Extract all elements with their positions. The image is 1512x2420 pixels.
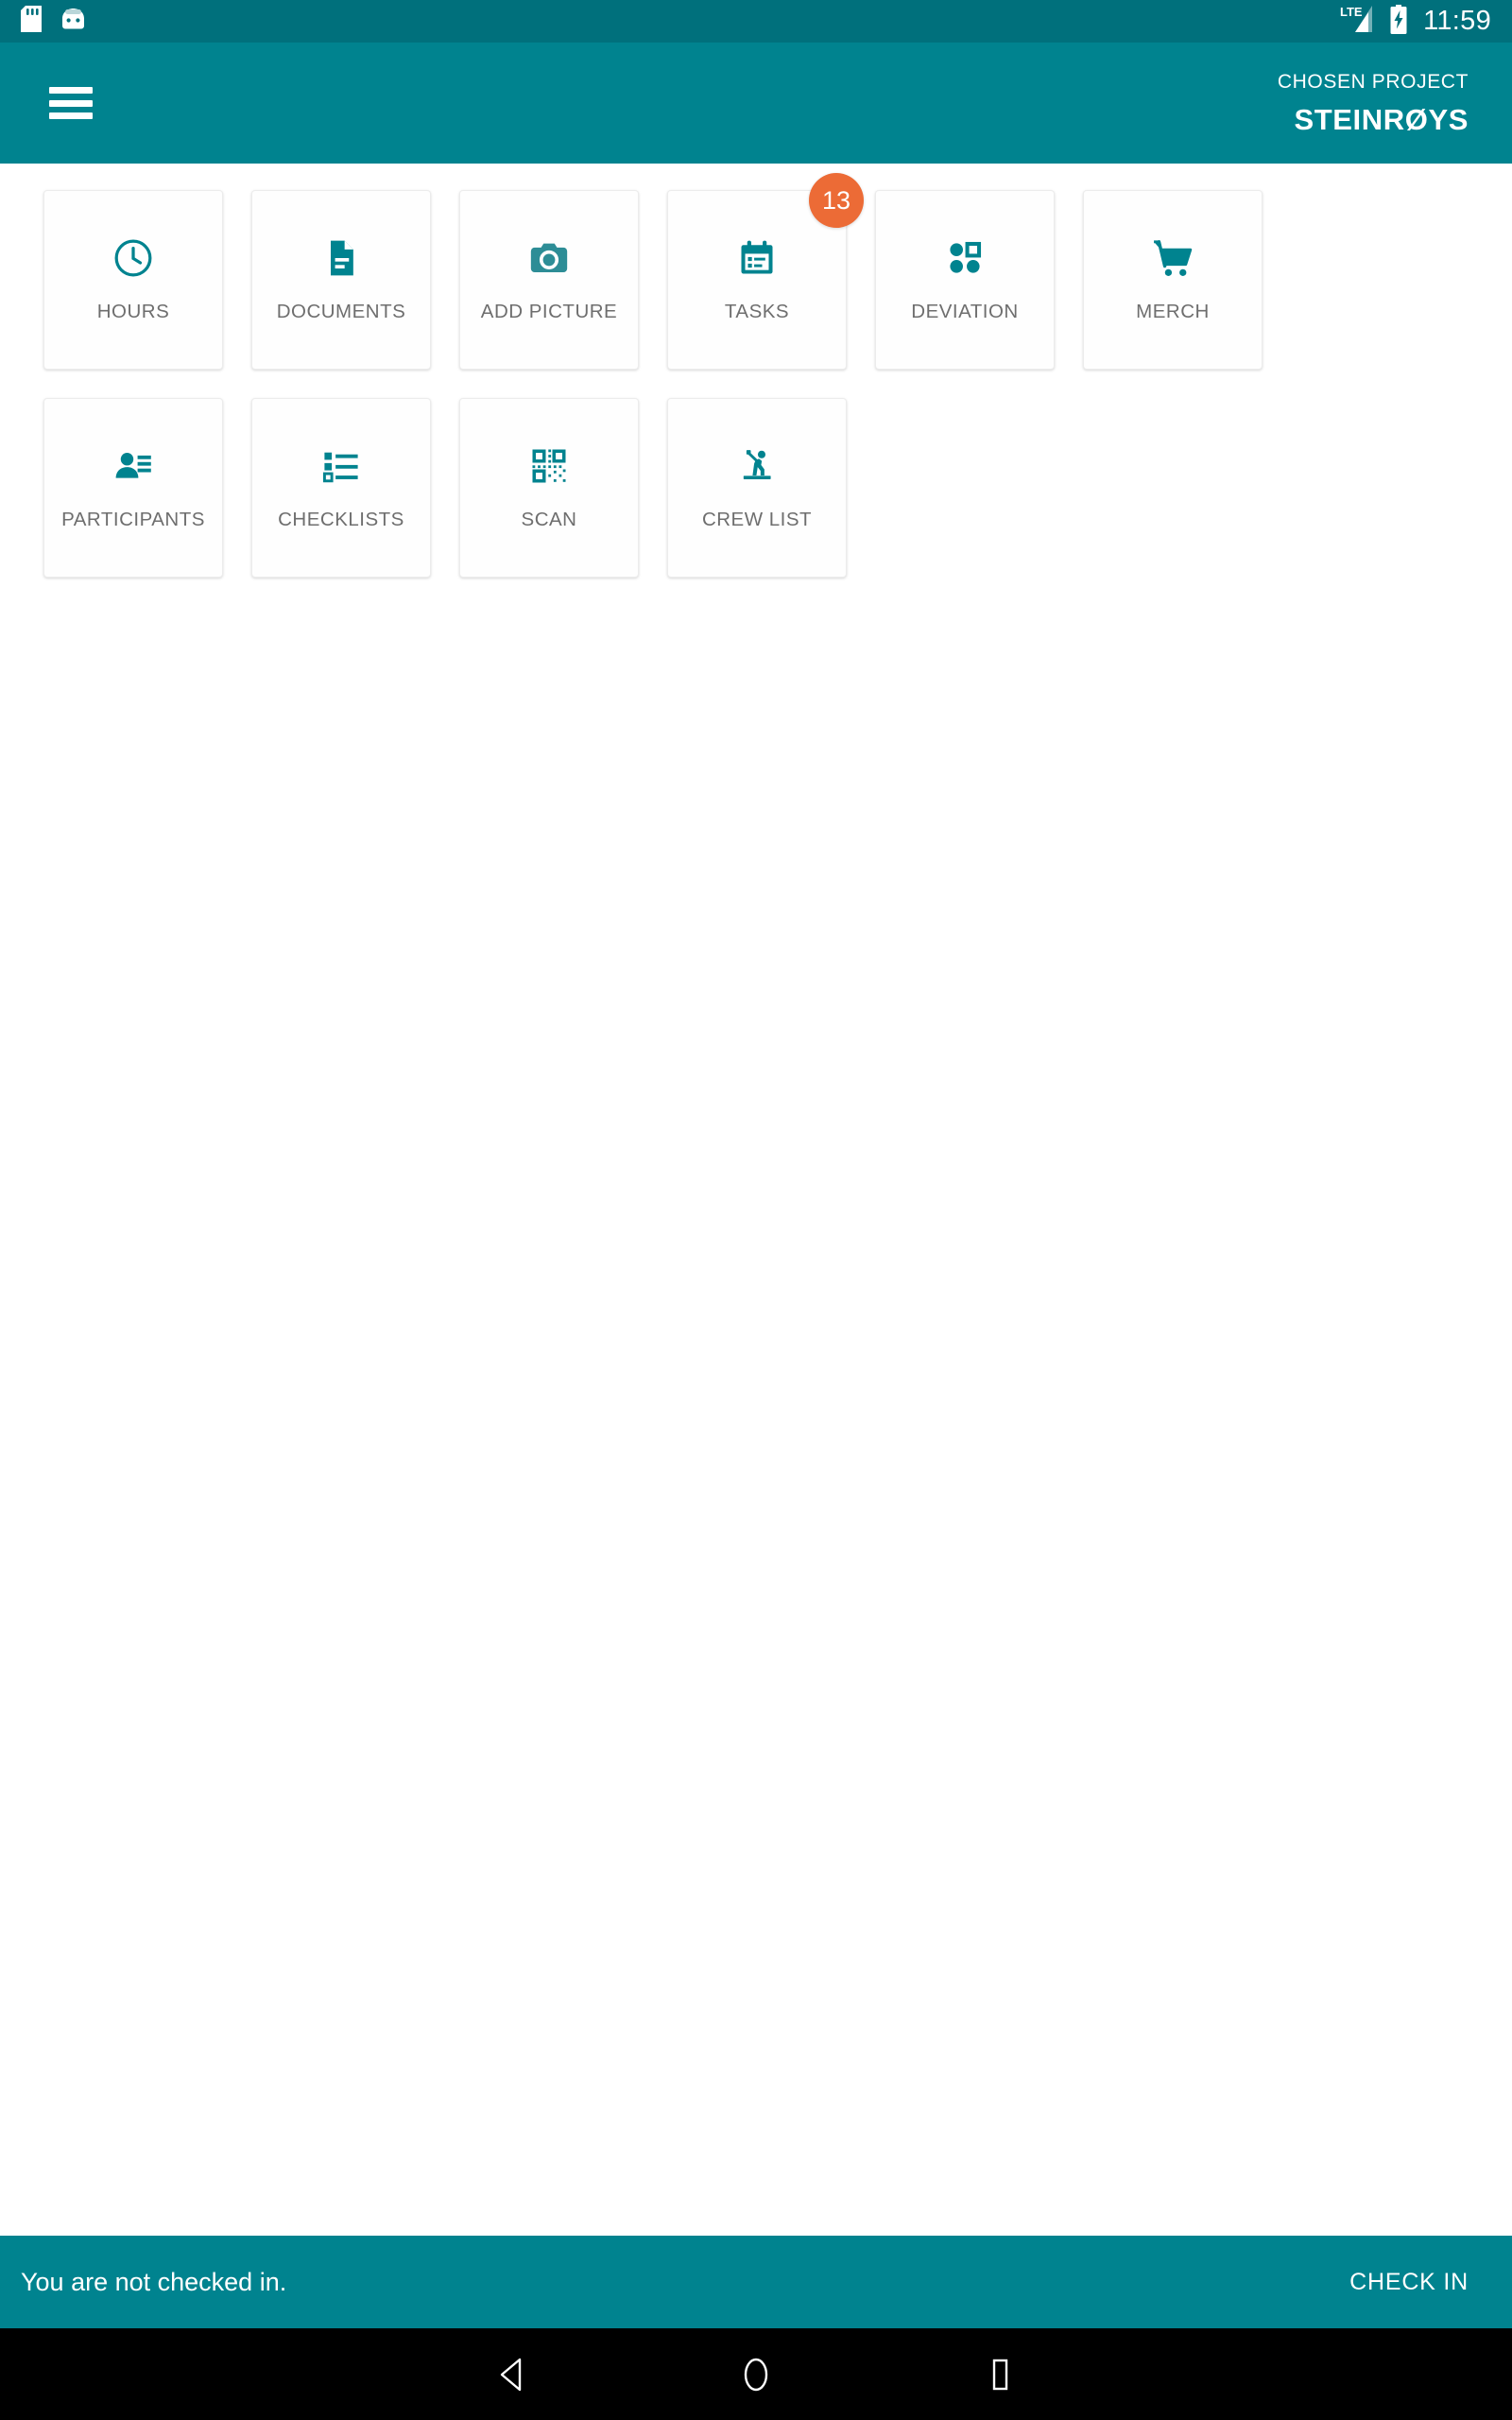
- android-nav-bar: [0, 2328, 1512, 2420]
- page-title: STEINRØYS: [1294, 103, 1469, 136]
- check-in-button[interactable]: CHECK IN: [1346, 2259, 1472, 2306]
- home-circle-icon[interactable]: [680, 2328, 832, 2420]
- status-bar-left-icons: [21, 6, 86, 37]
- tile-tasks[interactable]: 13 TASKS: [667, 173, 864, 370]
- tile-label: HOURS: [96, 301, 170, 322]
- checkin-bar: You are not checked in. CHECK IN: [0, 2236, 1512, 2328]
- tile-grid: HOURS DOCUMENTS ADD PICTURE 13 TASKS DEV…: [0, 173, 1512, 578]
- tile-label: DOCUMENTS: [276, 301, 406, 322]
- svg-text:LTE: LTE: [1340, 5, 1363, 19]
- contacts-icon: [109, 441, 158, 491]
- hamburger-bar-3: [49, 112, 93, 119]
- status-bar-right-icons: LTE 11:59: [1340, 4, 1491, 39]
- tile-documents[interactable]: DOCUMENTS: [251, 190, 431, 370]
- app-root: LTE 11:59 CHOSEN PROJECT STEINRØYS HOURS…: [0, 0, 1512, 2420]
- status-bar: LTE 11:59: [0, 0, 1512, 43]
- sd-card-icon: [21, 6, 42, 37]
- tile-label: PARTICIPANTS: [61, 509, 205, 530]
- android-head-icon: [60, 8, 86, 36]
- hamburger-bar-1: [49, 87, 93, 94]
- shopping-cart-icon: [1148, 233, 1197, 283]
- tile-checklists[interactable]: CHECKLISTS: [251, 398, 431, 578]
- camera-icon: [524, 233, 574, 283]
- tile-participants[interactable]: PARTICIPANTS: [43, 398, 223, 578]
- tile-label: ADD PICTURE: [480, 301, 618, 322]
- calendar-icon: [732, 233, 782, 283]
- bubble-chart-icon: [940, 233, 989, 283]
- tile-add-picture[interactable]: ADD PICTURE: [459, 190, 639, 370]
- worker-icon: [732, 441, 782, 491]
- tile-crew-list[interactable]: CREW LIST: [667, 398, 847, 578]
- lte-signal-icon: LTE: [1340, 4, 1378, 39]
- hamburger-bar-2: [49, 99, 93, 107]
- checkin-status-text: You are not checked in.: [21, 2267, 287, 2296]
- tile-deviation[interactable]: DEVIATION: [875, 190, 1055, 370]
- battery-charging-icon: [1389, 4, 1408, 39]
- tile-scan[interactable]: SCAN: [459, 398, 639, 578]
- tile-label: CREW LIST: [701, 509, 813, 530]
- tile-merch[interactable]: MERCH: [1083, 190, 1263, 370]
- recents-square-icon[interactable]: [924, 2328, 1075, 2420]
- list-icon: [317, 441, 366, 491]
- main-content: HOURS DOCUMENTS ADD PICTURE 13 TASKS DEV…: [0, 164, 1512, 2236]
- app-bar-titles: CHOSEN PROJECT STEINRØYS: [1278, 72, 1469, 134]
- tile-label: MERCH: [1136, 301, 1210, 322]
- hamburger-menu-icon[interactable]: [49, 84, 93, 122]
- app-bar: CHOSEN PROJECT STEINRØYS: [0, 43, 1512, 164]
- back-triangle-icon[interactable]: [437, 2328, 588, 2420]
- status-bar-clock: 11:59: [1423, 6, 1491, 36]
- document-icon: [317, 233, 366, 283]
- tile-label: TASKS: [724, 301, 790, 322]
- chosen-project-label: CHOSEN PROJECT: [1277, 71, 1469, 93]
- tile-label: CHECKLISTS: [278, 509, 404, 530]
- clock-icon: [109, 233, 158, 283]
- qr-code-icon: [524, 441, 574, 491]
- tile-hours[interactable]: HOURS: [43, 190, 223, 370]
- tasks-badge-count: 13: [809, 173, 864, 228]
- tile-label: SCAN: [521, 509, 577, 530]
- tile-label: DEVIATION: [911, 301, 1019, 322]
